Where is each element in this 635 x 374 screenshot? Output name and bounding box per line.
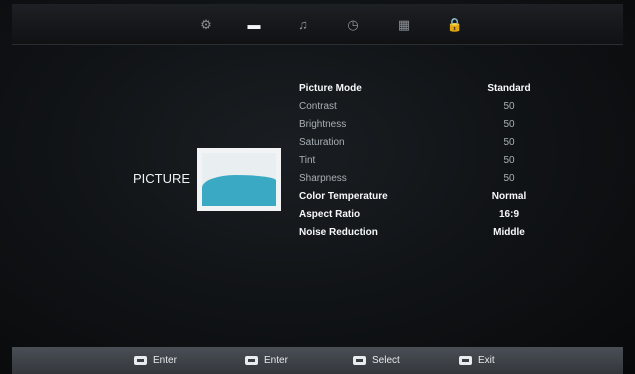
gear-icon: ⚙: [200, 16, 212, 32]
tab-options[interactable]: ▦: [393, 14, 415, 34]
setting-value: 50: [503, 101, 515, 112]
tab-time[interactable]: ◷: [342, 14, 364, 34]
hint-label: Enter: [264, 354, 288, 366]
setting-label: Aspect Ratio: [299, 209, 361, 220]
key-hint-bar: Enter Enter Select Exit: [12, 347, 623, 374]
remote-key-icon: [459, 355, 472, 365]
setting-label: Saturation: [299, 137, 345, 148]
category-title: PICTURE: [133, 171, 191, 186]
setting-picture-mode[interactable]: Picture Mode Standard: [299, 80, 544, 98]
tv-screen: ⚙ ▬ ♫ ◷ ▦ 🔒 PICTURE Picture Mode Standar…: [0, 0, 635, 374]
hint-select[interactable]: Select: [353, 353, 400, 367]
hint-exit[interactable]: Exit: [459, 353, 495, 367]
hint-enter-2[interactable]: Enter: [245, 353, 288, 367]
grid-icon: ▦: [397, 16, 411, 32]
tab-setup[interactable]: ⚙: [195, 14, 217, 34]
setting-noise-reduction[interactable]: Noise Reduction Middle: [299, 224, 544, 242]
setting-label: Noise Reduction: [299, 227, 378, 238]
setting-label: Color Temperature: [299, 191, 388, 202]
setting-value: Middle: [493, 227, 525, 238]
setting-label: Picture Mode: [299, 83, 362, 94]
tab-sound[interactable]: ♫: [292, 14, 314, 34]
picture-preview: [202, 153, 276, 206]
setting-label: Tint: [299, 155, 316, 166]
clock-icon: ◷: [347, 16, 359, 32]
lock-icon: 🔒: [446, 16, 464, 32]
remote-key-icon: [134, 355, 147, 365]
setting-sharpness[interactable]: Sharpness 50: [299, 170, 544, 188]
setting-value: Normal: [491, 191, 527, 202]
remote-key-icon: [353, 355, 366, 365]
setting-value: 50: [503, 173, 515, 184]
menu-tab-bar: ⚙ ▬ ♫ ◷ ▦ 🔒: [12, 4, 623, 45]
monitor-icon: ▬: [247, 16, 261, 32]
setting-label: Brightness: [299, 119, 347, 130]
remote-key-icon: [245, 355, 258, 365]
setting-value: 50: [503, 119, 515, 130]
hint-label: Exit: [478, 354, 495, 366]
hint-label: Select: [372, 354, 400, 366]
tab-lock[interactable]: 🔒: [444, 14, 466, 34]
picture-preview-water: [202, 175, 276, 206]
setting-aspect-ratio[interactable]: Aspect Ratio 16:9: [299, 206, 544, 224]
setting-value: 50: [503, 137, 515, 148]
hint-label: Enter: [153, 354, 177, 366]
setting-value: Standard: [487, 83, 531, 94]
picture-settings-list: Picture Mode Standard Contrast 50 Bright…: [299, 80, 544, 242]
hint-enter[interactable]: Enter: [134, 353, 177, 367]
music-note-icon: ♫: [298, 16, 308, 32]
tab-picture[interactable]: ▬: [243, 14, 265, 34]
setting-color-temperature[interactable]: Color Temperature Normal: [299, 188, 544, 206]
setting-contrast[interactable]: Contrast 50: [299, 98, 544, 116]
setting-value: 16:9: [498, 209, 519, 220]
picture-category-icon: [197, 148, 281, 211]
setting-label: Sharpness: [299, 173, 347, 184]
setting-tint[interactable]: Tint 50: [299, 152, 544, 170]
setting-value: 50: [503, 155, 515, 166]
setting-brightness[interactable]: Brightness 50: [299, 116, 544, 134]
setting-label: Contrast: [299, 101, 337, 112]
setting-saturation[interactable]: Saturation 50: [299, 134, 544, 152]
